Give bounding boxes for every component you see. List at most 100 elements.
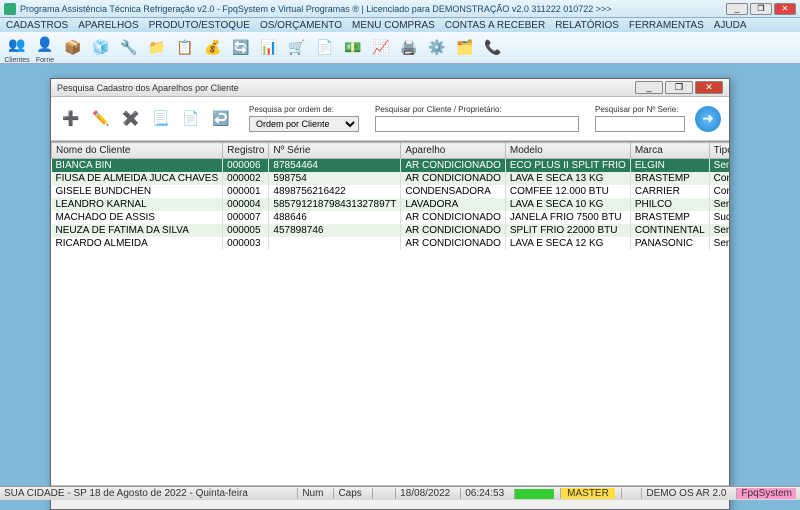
order-label: Pesquisa por ordem de:	[249, 105, 359, 114]
grid-header-row: Nome do ClienteRegistroNº SérieAparelhoM…	[52, 143, 730, 159]
table-row[interactable]: MACHADO DE ASSIS000007488646AR CONDICION…	[52, 211, 730, 224]
menu-cadastros[interactable]: CADASTROS	[6, 20, 68, 31]
menu-aparelhos[interactable]: APARELHOS	[78, 20, 138, 31]
toolbar-icon-10[interactable]: 📊	[256, 35, 282, 61]
menu-ferramentas[interactable]: FERRAMENTAS	[629, 20, 704, 31]
column-header[interactable]: Aparelho	[401, 143, 506, 159]
edit-icon[interactable]: ✏️	[89, 107, 113, 131]
table-row[interactable]: RICARDO ALMEIDA000003AR CONDICIONADOLAVA…	[52, 237, 730, 250]
dialog-title: Pesquisa Cadastro dos Aparelhos por Clie…	[57, 83, 633, 93]
menu-produto-estoque[interactable]: PRODUTO/ESTOQUE	[149, 20, 250, 31]
results-grid: Nome do ClienteRegistroNº SérieAparelhoM…	[51, 142, 729, 250]
cell: CARRIER	[630, 185, 709, 198]
cell: Com Nota	[709, 185, 729, 198]
toolbar-icon-15[interactable]: 🖨️	[396, 35, 422, 61]
cell: LEANDRO KARNAL	[52, 198, 223, 211]
cell: CONTINENTAL	[630, 224, 709, 237]
cell: 000005	[223, 224, 269, 237]
toolbar-clientes[interactable]: 👥 Clientes	[4, 31, 30, 64]
toolbar-icon-8[interactable]: 💰	[200, 35, 226, 61]
cell: 000001	[223, 185, 269, 198]
dialog-close-button[interactable]: ✕	[695, 81, 723, 94]
table-row[interactable]: BIANCA BIN00000687854464AR CONDICIONADOE…	[52, 159, 730, 173]
toolbar-icon-3[interactable]: 📦	[60, 35, 86, 61]
column-header[interactable]: Nome do Cliente	[52, 143, 223, 159]
delete-icon[interactable]: ✖️	[119, 107, 143, 131]
toolbar-icon-11[interactable]: 🛒	[284, 35, 310, 61]
maximize-button[interactable]: ❐	[750, 3, 772, 15]
toolbar-icon-17[interactable]: 🗂️	[452, 35, 478, 61]
toolbar-icon-18[interactable]: 📞	[480, 35, 506, 61]
cell: RICARDO ALMEIDA	[52, 237, 223, 250]
search-go-button[interactable]: ➜	[695, 106, 721, 132]
column-header[interactable]: Marca	[630, 143, 709, 159]
dialog-titlebar: Pesquisa Cadastro dos Aparelhos por Clie…	[51, 79, 729, 97]
cell	[269, 237, 401, 250]
dialog-minimize-button[interactable]: _	[635, 81, 663, 94]
status-demo: DEMO OS AR 2.0	[641, 488, 730, 499]
menu-relatorios[interactable]: RELATÓRIOS	[555, 20, 619, 31]
cell: LAVA E SECA 13 KG	[505, 172, 630, 185]
close-button[interactable]: ✕	[774, 3, 796, 15]
toolbar-icon-14[interactable]: 📈	[368, 35, 394, 61]
cell: BRASTEMP	[630, 172, 709, 185]
toolbar-icon-7[interactable]: 📋	[172, 35, 198, 61]
window-titlebar: Programa Assistência Técnica Refrigeraçã…	[0, 0, 800, 18]
table-row[interactable]: NEUZA DE FATIMA DA SILVA000005457898746A…	[52, 224, 730, 237]
status-blank2	[621, 488, 636, 499]
column-header[interactable]: Registro	[223, 143, 269, 159]
cell: AR CONDICIONADO	[401, 159, 506, 173]
table-row[interactable]: FIUSA DE ALMEIDA JUCA CHAVES000002598754…	[52, 172, 730, 185]
cell: AR CONDICIONADO	[401, 224, 506, 237]
cell: ECO PLUS II SPLIT FRIO	[505, 159, 630, 173]
toolbar-icon-9[interactable]: 🔄	[228, 35, 254, 61]
cell: AR CONDICIONADO	[401, 211, 506, 224]
results-grid-wrap[interactable]: Nome do ClienteRegistroNº SérieAparelhoM…	[51, 141, 729, 485]
column-header[interactable]: Modelo	[505, 143, 630, 159]
status-brand: FpqSystem	[736, 488, 796, 499]
menu-ajuda[interactable]: AJUDA	[714, 20, 747, 31]
cell: Sucata	[709, 211, 729, 224]
people-icon: 👥	[4, 31, 30, 57]
menu-compras[interactable]: MENU COMPRAS	[352, 20, 435, 31]
cell: 000003	[223, 237, 269, 250]
toolbar-icon-4[interactable]: 🧊	[88, 35, 114, 61]
status-master: MASTER	[560, 488, 615, 499]
cell: ELGIN	[630, 159, 709, 173]
dialog-toolbar: ➕ ✏️ ✖️ 📃 📄 ↩️ Pesquisa por ordem de: Or…	[51, 97, 729, 141]
minimize-button[interactable]: _	[726, 3, 748, 15]
table-row[interactable]: LEANDRO KARNAL00000458579121879843132789…	[52, 198, 730, 211]
order-select[interactable]: Ordem por Cliente	[249, 116, 359, 132]
main-menu: CADASTROS APARELHOS PRODUTO/ESTOQUE OS/O…	[0, 18, 800, 32]
search-client-input[interactable]	[375, 116, 579, 132]
toolbar-icon-12[interactable]: 📄	[312, 35, 338, 61]
status-num: Num	[297, 488, 327, 499]
cell: AR CONDICIONADO	[401, 237, 506, 250]
search-serial-input[interactable]	[595, 116, 685, 132]
toolbar-fornecedores[interactable]: 👤 Forne	[32, 31, 58, 64]
cell: 000007	[223, 211, 269, 224]
cell: Sem Nota	[709, 224, 729, 237]
column-header[interactable]: Nº Série	[269, 143, 401, 159]
exit-icon[interactable]: ↩️	[209, 107, 233, 131]
table-row[interactable]: GISELE BUNDCHEN0000014898756216422CONDEN…	[52, 185, 730, 198]
search-serial-label: Pesquisar por Nº Serie:	[595, 105, 685, 114]
toolbar-icon-13[interactable]: 💵	[340, 35, 366, 61]
toolbar-icon-16[interactable]: ⚙️	[424, 35, 450, 61]
status-blank	[372, 488, 389, 499]
toolbar-icon-5[interactable]: 🔧	[116, 35, 142, 61]
cell: BRASTEMP	[630, 211, 709, 224]
doc-icon[interactable]: 📄	[179, 107, 203, 131]
main-toolbar: 👥 Clientes 👤 Forne 📦 🧊 🔧 📁 📋 💰 🔄 📊 🛒 📄 💵…	[0, 32, 800, 64]
cell: GISELE BUNDCHEN	[52, 185, 223, 198]
cell: LAVA E SECA 10 KG	[505, 198, 630, 211]
cell: 598754	[269, 172, 401, 185]
search-client-label: Pesquisar por Cliente / Proprietário:	[375, 105, 579, 114]
menu-os-orcamento[interactable]: OS/ORÇAMENTO	[260, 20, 342, 31]
column-header[interactable]: Tipo	[709, 143, 729, 159]
dialog-maximize-button[interactable]: ❐	[665, 81, 693, 94]
list-icon[interactable]: 📃	[149, 107, 173, 131]
toolbar-icon-6[interactable]: 📁	[144, 35, 170, 61]
menu-contas-receber[interactable]: CONTAS A RECEBER	[445, 20, 545, 31]
add-icon[interactable]: ➕	[59, 107, 83, 131]
